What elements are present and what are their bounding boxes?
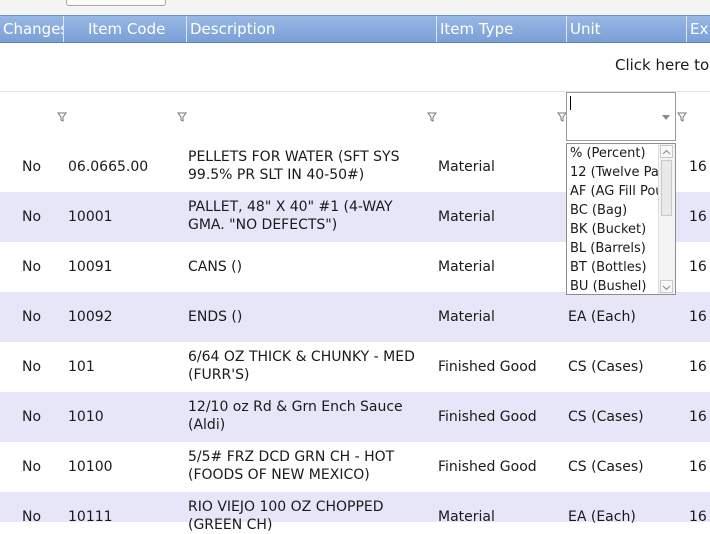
cell-item-code: 10091 <box>68 259 113 275</box>
cell-changes: No <box>22 309 42 325</box>
dropdown-option[interactable]: BT (Bottles) <box>570 258 658 277</box>
cell-description-line1: 5/5# FRZ DCD GRN CH - HOT <box>188 449 395 465</box>
unit-filter-combobox[interactable] <box>566 92 676 141</box>
cell-item-type: Finished Good <box>438 409 537 425</box>
table-row[interactable]: No 10100 5/5# FRZ DCD GRN CH - HOT (FOOD… <box>0 442 710 492</box>
dropdown-scrollbar[interactable] <box>658 144 675 294</box>
column-header-unit[interactable]: Unit <box>566 16 686 42</box>
grid-header: Changes Item Code Description Item Type … <box>0 15 710 43</box>
dropdown-option[interactable]: BL (Barrels) <box>570 239 658 258</box>
cell-description-line1: PALLET, 48" X 40" #1 (4-WAY <box>188 199 393 215</box>
cell-item-type: Finished Good <box>438 459 537 475</box>
cell-unit: CS (Cases) <box>568 459 644 475</box>
cell-changes: No <box>22 209 42 225</box>
column-header-description[interactable]: Description <box>186 16 436 42</box>
cell-changes: No <box>22 409 42 425</box>
cell-extra: 16 <box>689 159 707 175</box>
cell-changes: No <box>22 509 42 525</box>
cell-description-line2: (FURR'S) <box>188 367 250 383</box>
cell-unit: CS (Cases) <box>568 409 644 425</box>
table-row[interactable]: No 10092 ENDS () Material EA (Each) 16 <box>0 292 710 342</box>
scroll-down-button[interactable] <box>660 280 673 293</box>
table-row[interactable]: No 101 6/64 OZ THICK & CHUNKY - MED (FUR… <box>0 342 710 392</box>
cell-changes: No <box>22 359 42 375</box>
cell-description-line1: 6/64 OZ THICK & CHUNKY - MED <box>188 349 415 365</box>
filter-icon[interactable] <box>427 112 437 122</box>
cell-description-line1: CANS () <box>188 259 243 275</box>
cell-item-code: 10100 <box>68 459 113 475</box>
scroll-up-button[interactable] <box>660 145 673 158</box>
top-toolbar-strip <box>0 0 710 16</box>
cell-unit: EA (Each) <box>568 509 636 525</box>
cell-item-type: Material <box>438 259 495 275</box>
cell-item-code: 10111 <box>68 509 113 525</box>
cell-description-line2: (FOODS OF NEW MEXICO) <box>188 467 370 483</box>
scroll-thumb[interactable] <box>661 160 672 216</box>
cell-description-line2: (Aldi) <box>188 417 226 433</box>
cell-item-type: Finished Good <box>438 359 537 375</box>
dropdown-option[interactable]: BK (Bucket) <box>570 220 658 239</box>
text-caret <box>570 96 571 110</box>
table-row[interactable]: No 1010 12/10 oz Rd & Grn Ench Sauce (Al… <box>0 392 710 442</box>
chevron-down-icon <box>662 285 671 291</box>
cell-item-code: 10092 <box>68 309 113 325</box>
chevron-down-icon[interactable] <box>662 115 670 120</box>
cell-description-line1: ENDS () <box>188 309 243 325</box>
filter-icon[interactable] <box>57 112 67 122</box>
cell-description-line2: GMA. "NO DEFECTS") <box>188 217 338 233</box>
cell-changes: No <box>22 259 42 275</box>
cell-description-line1: PELLETS FOR WATER (SFT SYS <box>188 149 400 165</box>
cell-extra: 16 <box>689 509 707 525</box>
chevron-up-icon <box>662 149 671 155</box>
dropdown-option[interactable]: AF (AG Fill Pou <box>570 182 658 201</box>
column-header-extra[interactable]: Ex <box>686 16 710 42</box>
cell-item-type: Material <box>438 509 495 525</box>
filter-icon[interactable] <box>177 112 187 122</box>
cell-extra: 16 <box>689 309 707 325</box>
cell-extra: 16 <box>689 409 707 425</box>
cell-item-code: 101 <box>68 359 95 375</box>
cell-extra: 16 <box>689 359 707 375</box>
column-header-item-type[interactable]: Item Type <box>436 16 566 42</box>
cell-changes: No <box>22 159 42 175</box>
table-row[interactable]: No 10111 RIO VIEJO 100 OZ CHOPPED (GREEN… <box>0 492 710 533</box>
cell-unit: EA (Each) <box>568 309 636 325</box>
dropdown-option[interactable]: BU (Bushel) <box>570 277 658 294</box>
cell-description-line2: (GREEN CH) <box>188 517 273 533</box>
dropdown-option[interactable]: 12 (Twelve Pac <box>570 163 658 182</box>
dropdown-option[interactable]: % (Percent) <box>570 144 658 163</box>
cell-item-type: Material <box>438 309 495 325</box>
column-header-item-code[interactable]: Item Code <box>63 16 186 42</box>
cell-description-line1: 12/10 oz Rd & Grn Ench Sauce <box>188 399 403 415</box>
cell-changes: No <box>22 459 42 475</box>
cell-unit: CS (Cases) <box>568 359 644 375</box>
add-item-link[interactable]: Click here to a <box>615 56 710 74</box>
cell-extra: 16 <box>689 459 707 475</box>
cell-description-line2: 99.5% PR SLT IN 40-50#) <box>188 167 365 183</box>
top-input-box[interactable] <box>66 0 166 6</box>
command-row: Click here to a <box>0 42 710 92</box>
cell-extra: 16 <box>689 259 707 275</box>
cell-item-code: 1010 <box>68 409 104 425</box>
dropdown-option[interactable]: BC (Bag) <box>570 201 658 220</box>
cell-description-line1: RIO VIEJO 100 OZ CHOPPED <box>188 499 384 515</box>
cell-extra: 16 <box>689 209 707 225</box>
cell-item-code: 10001 <box>68 209 113 225</box>
cell-item-code: 06.0665.00 <box>68 159 149 175</box>
filter-icon[interactable] <box>677 112 687 122</box>
cell-item-type: Material <box>438 159 495 175</box>
unit-dropdown-list[interactable]: % (Percent) 12 (Twelve Pac AF (AG Fill P… <box>566 143 676 295</box>
column-header-changes[interactable]: Changes <box>0 16 63 42</box>
cell-item-type: Material <box>438 209 495 225</box>
